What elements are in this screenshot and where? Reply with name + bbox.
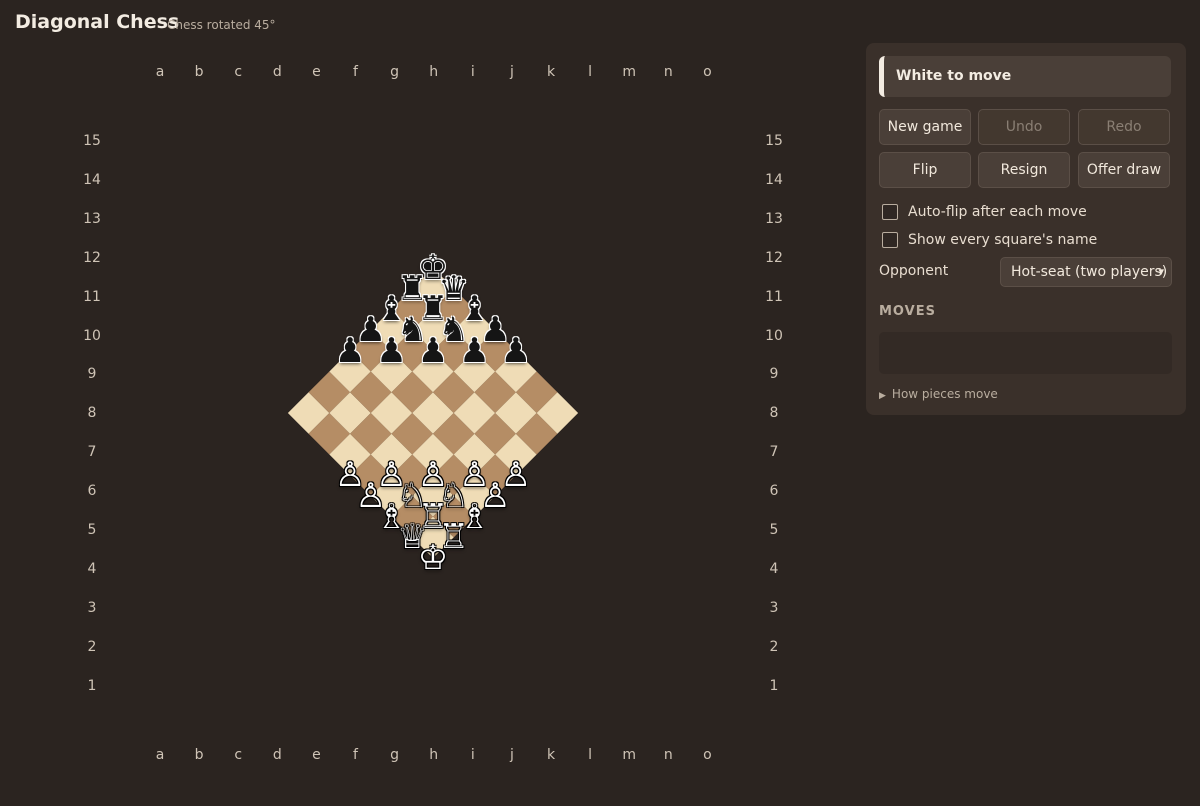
file-label-m: m — [622, 747, 636, 763]
rank-label-13: 13 — [765, 210, 783, 227]
black-pawn-f11[interactable]: ♟ — [373, 332, 411, 370]
rank-label-8: 8 — [769, 405, 779, 422]
file-label-e: e — [312, 747, 321, 763]
turn-status: White to move — [879, 56, 1171, 97]
app-title: Diagonal Chess — [15, 11, 180, 33]
moves-list — [879, 332, 1172, 374]
show-names-checkbox[interactable] — [882, 232, 898, 248]
rank-label-14: 14 — [83, 171, 101, 188]
rank-label-12: 12 — [83, 249, 101, 266]
file-label-c: c — [234, 747, 243, 763]
show-names-option[interactable]: Show every square's name — [882, 231, 1097, 249]
file-label-n: n — [663, 64, 673, 80]
file-label-o: o — [703, 747, 712, 763]
rank-label-1: 1 — [87, 677, 97, 694]
file-label-l: l — [588, 747, 593, 763]
rank-label-11: 11 — [765, 288, 783, 305]
show-names-label: Show every square's name — [908, 232, 1098, 248]
file-label-i: i — [470, 64, 475, 80]
undo-button[interactable]: Undo — [978, 109, 1070, 145]
chess-board[interactable]: ♚ ♜ ♛ ♝ ♜ ♝ ♟ ♞ ♞ ♟ ♟ ♟ ♟ ♟ ♟ ♙ ♙ ♙ ♙ ♙ ♙ ♘ ♘ ♙ ♗ ♖ ♗ ♕ ♖ ♔ — [122, 102, 744, 724]
rank-label-7: 7 — [769, 444, 779, 461]
rank-label-5: 5 — [87, 522, 97, 538]
redo-button[interactable]: Redo — [1078, 109, 1170, 145]
rank-label-12: 12 — [765, 249, 783, 266]
rank-label-3: 3 — [87, 599, 97, 616]
rank-label-8: 8 — [87, 405, 97, 422]
file-label-k: k — [546, 64, 556, 80]
file-label-f: f — [353, 747, 358, 763]
file-label-i: i — [470, 747, 475, 763]
file-label-a: a — [155, 64, 165, 80]
file-label-g: g — [390, 747, 400, 763]
file-label-k: k — [546, 747, 556, 763]
triangle-right-icon: ▶ — [879, 391, 886, 401]
rank-label-14: 14 — [765, 171, 783, 188]
resign-button[interactable]: Resign — [978, 152, 1070, 188]
file-label-d: d — [272, 64, 282, 80]
black-pawn-j11[interactable]: ♟ — [455, 332, 493, 370]
new-game-button[interactable]: New game — [879, 109, 971, 145]
how-pieces-move-label: How pieces move — [891, 387, 998, 401]
file-label-a: a — [155, 747, 165, 763]
rank-label-7: 7 — [87, 444, 97, 461]
opponent-select-value: Hot-seat (two players) — [1011, 264, 1168, 280]
file-label-d: d — [272, 747, 282, 763]
pieces-layer: ♚ ♜ ♛ ♝ ♜ ♝ ♟ ♞ ♞ ♟ ♟ ♟ ♟ ♟ ♟ ♙ ♙ ♙ ♙ ♙ ♙ ♘ ♘ ♙ ♗ ♖ ♗ ♕ ♖ ♔ — [122, 102, 744, 724]
black-pawn-h11[interactable]: ♟ — [414, 332, 452, 370]
file-label-h: h — [429, 747, 439, 763]
file-label-e: e — [312, 64, 321, 80]
rank-label-10: 10 — [765, 327, 783, 344]
chevron-down-icon: ▾ — [1158, 265, 1164, 278]
auto-flip-checkbox[interactable] — [882, 204, 898, 220]
rank-label-4: 4 — [87, 560, 97, 577]
file-label-o: o — [703, 64, 712, 80]
moves-heading: MOVES — [879, 304, 936, 319]
rank-label-2: 2 — [87, 638, 97, 655]
rank-label-15: 15 — [765, 133, 783, 149]
how-pieces-move-toggle[interactable]: ▶ How pieces move — [879, 387, 998, 401]
file-label-m: m — [622, 64, 636, 80]
rank-label-5: 5 — [769, 522, 779, 538]
white-king-h1[interactable]: ♔ — [414, 539, 452, 577]
file-label-g: g — [390, 64, 400, 80]
file-label-h: h — [429, 64, 439, 80]
rank-label-6: 6 — [87, 483, 97, 500]
rank-label-4: 4 — [769, 560, 779, 577]
file-label-j: j — [509, 64, 514, 80]
offer-draw-button[interactable]: Offer draw — [1078, 152, 1170, 188]
file-label-b: b — [194, 64, 204, 80]
rank-label-13: 13 — [83, 210, 101, 227]
app-subtitle: Chess rotated 45° — [167, 18, 276, 32]
file-label-l: l — [588, 64, 593, 80]
opponent-select[interactable]: Hot-seat (two players) ▾ — [1000, 257, 1172, 287]
black-pawn-l11[interactable]: ♟ — [497, 332, 535, 370]
rank-label-10: 10 — [83, 327, 101, 344]
file-label-f: f — [353, 64, 358, 80]
flip-button[interactable]: Flip — [879, 152, 971, 188]
file-label-c: c — [234, 64, 243, 80]
file-label-j: j — [509, 747, 514, 763]
rank-label-15: 15 — [83, 133, 101, 149]
file-label-n: n — [663, 747, 673, 763]
opponent-label: Opponent — [879, 263, 949, 279]
auto-flip-option[interactable]: Auto-flip after each move — [882, 203, 1087, 221]
rank-label-1: 1 — [769, 677, 779, 694]
black-pawn-d11[interactable]: ♟ — [331, 332, 369, 370]
rank-label-6: 6 — [769, 483, 779, 500]
auto-flip-label: Auto-flip after each move — [908, 204, 1087, 220]
control-panel: White to move New game Undo Redo Flip Re… — [866, 43, 1186, 415]
rank-label-11: 11 — [83, 288, 101, 305]
rank-label-9: 9 — [87, 366, 97, 383]
file-label-b: b — [194, 747, 204, 763]
rank-label-2: 2 — [769, 638, 779, 655]
rank-label-9: 9 — [769, 366, 779, 383]
rank-label-3: 3 — [769, 599, 779, 616]
